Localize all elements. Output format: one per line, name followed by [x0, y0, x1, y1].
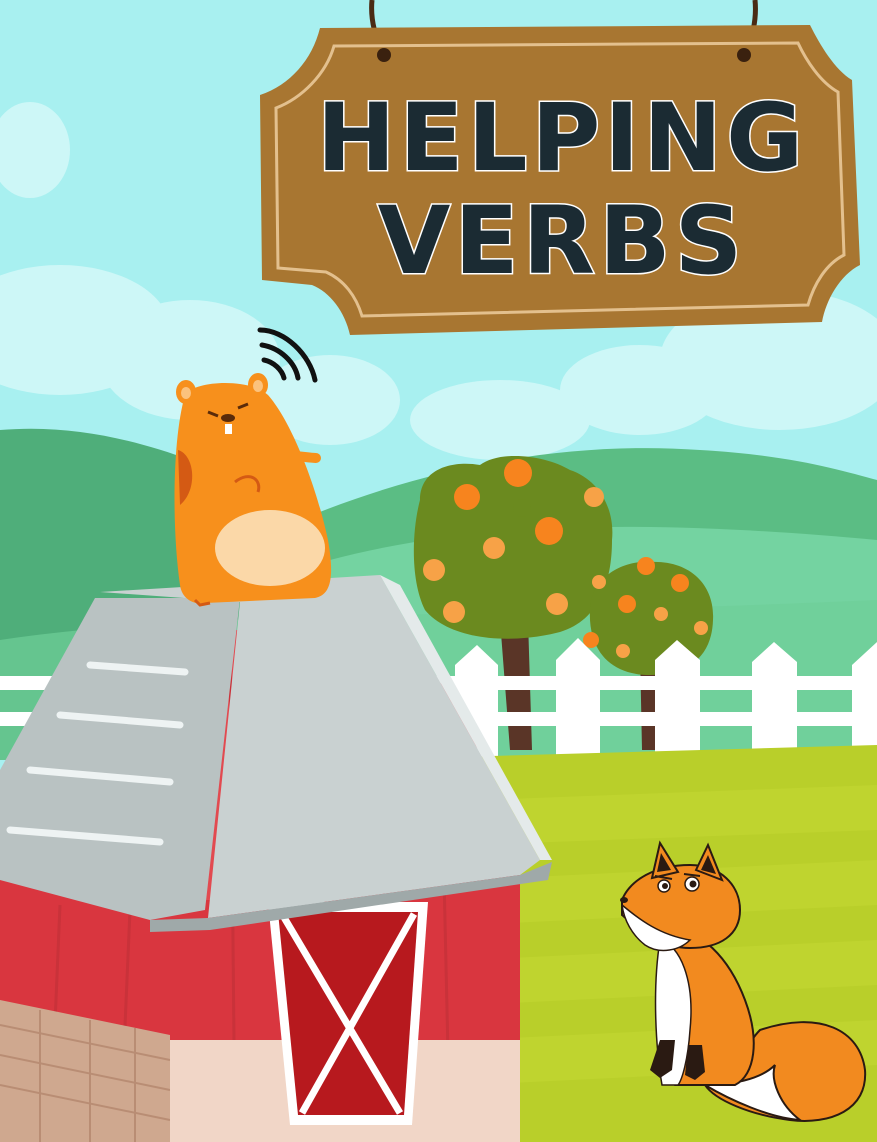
title-line-2: VERBS: [376, 187, 747, 296]
title-line-1: HELPING: [315, 84, 808, 193]
book-cover-scene: HELPING VERBS: [0, 0, 877, 1142]
